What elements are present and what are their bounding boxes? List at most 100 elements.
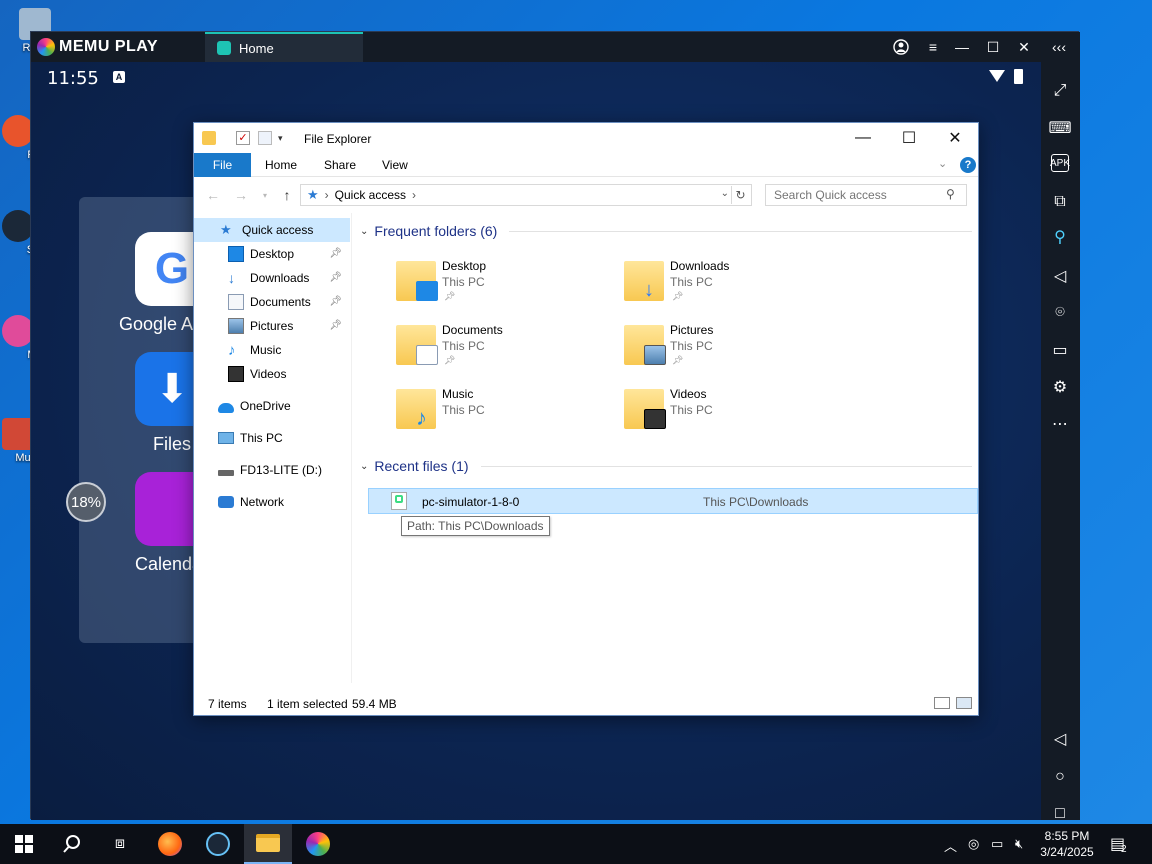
- account-icon[interactable]: [891, 37, 911, 57]
- back-arrow-icon[interactable]: ←: [204, 186, 222, 204]
- minimize-icon[interactable]: —: [952, 37, 972, 57]
- properties-icon[interactable]: ✓: [236, 131, 250, 145]
- customize-toolbar-icon[interactable]: ▾: [278, 131, 292, 145]
- tab-home[interactable]: Home: [205, 32, 363, 62]
- breadcrumb-quick-access[interactable]: Quick access: [335, 188, 406, 202]
- tab-home[interactable]: Home: [253, 153, 309, 177]
- sidebar-item-label: Videos: [250, 367, 287, 381]
- sidebar-item-pictures[interactable]: Pictures 📌︎: [194, 314, 350, 338]
- apk-icon[interactable]: APK: [1050, 154, 1070, 172]
- menu-icon[interactable]: ≡: [923, 37, 943, 57]
- memu-tray-icon[interactable]: ◎: [968, 836, 979, 852]
- volume-icon[interactable]: ◁: [1049, 265, 1071, 287]
- group-divider: [480, 465, 972, 467]
- address-bar[interactable]: ★ › Quick access › ⌄ ↻: [300, 184, 752, 206]
- maximize-button[interactable]: ☐: [886, 123, 932, 153]
- explorer-titlebar[interactable]: ✓ ▾ File Explorer — ☐ ✕: [194, 123, 978, 153]
- pin-icon: 📌︎: [672, 291, 684, 301]
- volume-muted-icon[interactable]: 🔇︎: [1015, 836, 1023, 852]
- frequent-folder-desktop[interactable]: Desktop This PC 📌︎: [396, 257, 616, 317]
- sidebar-item-this-pc[interactable]: This PC: [194, 426, 350, 450]
- memu-titlebar[interactable]: MEMU PLAY Home ≡ — ☐ ✕ ‹‹‹: [31, 32, 1080, 62]
- sidebar-item-desktop[interactable]: Desktop 📌︎: [194, 242, 350, 266]
- videos-folder-icon: [624, 389, 666, 429]
- large-icons-view-icon[interactable]: [956, 697, 972, 709]
- address-dropdown-icon[interactable]: ⌄: [721, 188, 729, 199]
- expand-ribbon-icon[interactable]: ⌄: [938, 157, 947, 170]
- pictures-folder-icon: [624, 325, 666, 365]
- settings-icon[interactable]: ⚙: [1049, 376, 1071, 398]
- tab-share[interactable]: Share: [312, 153, 368, 177]
- sidebar-item-quick-access[interactable]: ★ Quick access: [194, 218, 350, 242]
- add-window-icon[interactable]: ⧉: [1049, 191, 1071, 213]
- sidebar-item-label: FD13-LITE (D:): [240, 463, 323, 477]
- frequent-folder-music[interactable]: ♪ Music This PC: [396, 385, 616, 445]
- firefox-taskbar-icon[interactable]: [146, 824, 194, 864]
- collapse-sidebar-icon[interactable]: ‹‹‹: [1049, 37, 1069, 57]
- task-view-button[interactable]: ⧈: [96, 824, 144, 864]
- sidebar-item-network[interactable]: Network: [194, 490, 350, 514]
- location-search-icon[interactable]: ⚲: [1049, 226, 1071, 248]
- new-folder-icon[interactable]: [258, 131, 272, 145]
- file-explorer-taskbar-icon[interactable]: [244, 824, 292, 864]
- memory-percent: 18%: [70, 493, 102, 511]
- tab-home-label: Home: [239, 40, 274, 56]
- sidebar-item-drive-d[interactable]: FD13-LITE (D:): [194, 458, 350, 482]
- frequent-folder-pictures[interactable]: Pictures This PC 📌︎: [624, 321, 844, 381]
- sidebar-item-documents[interactable]: Documents 📌︎: [194, 290, 350, 314]
- clock[interactable]: 8:55 PM 3/24/2025: [1038, 828, 1096, 860]
- pin-icon: 📌︎: [444, 291, 456, 301]
- home-icon[interactable]: ○: [1049, 766, 1071, 788]
- frequent-folders-header[interactable]: ⌄ Frequent folders (6): [360, 221, 972, 241]
- frequent-folder-videos[interactable]: Videos This PC: [624, 385, 844, 445]
- fullscreen-icon[interactable]: ⤢: [1049, 80, 1071, 102]
- pin-icon: 📌︎: [329, 296, 342, 307]
- pictures-icon: [228, 318, 244, 334]
- drive-icon: [218, 470, 234, 476]
- pc-icon: [218, 432, 234, 444]
- clock-time: 8:55 PM: [1044, 829, 1090, 843]
- notification-count: 2: [1121, 844, 1127, 855]
- recent-files-header[interactable]: ⌄ Recent files (1): [360, 456, 972, 476]
- tab-view[interactable]: View: [370, 153, 420, 177]
- recent-file-row[interactable]: pc-simulator-1-8-0 This PC\Downloads: [368, 488, 978, 514]
- up-arrow-icon[interactable]: ↑: [278, 186, 296, 204]
- sidebar-item-onedrive[interactable]: OneDrive: [194, 394, 350, 418]
- desktop-icon: [228, 246, 244, 262]
- download-icon: ↓: [228, 270, 235, 286]
- location-icon[interactable]: ⌾: [1049, 302, 1071, 324]
- sidebar-item-music[interactable]: ♪ Music: [194, 338, 350, 362]
- close-icon[interactable]: ✕: [1014, 37, 1034, 57]
- more-icon[interactable]: ⋯: [1049, 413, 1071, 435]
- memory-usage-indicator[interactable]: 18%: [66, 482, 106, 522]
- details-view-icon[interactable]: [934, 697, 950, 709]
- search-button[interactable]: [48, 824, 96, 864]
- refresh-icon[interactable]: ↻: [731, 186, 749, 204]
- folder-location: This PC: [670, 339, 713, 353]
- documents-folder-icon: [396, 325, 438, 365]
- recent-locations-icon[interactable]: ▾: [256, 186, 274, 204]
- folder-icon[interactable]: ▭: [1049, 339, 1071, 361]
- network-tray-icon[interactable]: ▭: [991, 836, 1003, 852]
- tab-file[interactable]: File: [194, 153, 251, 177]
- keyboard-icon[interactable]: ⌨: [1048, 117, 1071, 139]
- steam-taskbar-icon[interactable]: [194, 824, 242, 864]
- start-button[interactable]: [0, 824, 48, 864]
- search-input[interactable]: [765, 184, 967, 206]
- pin-icon: 📌︎: [329, 320, 342, 331]
- back-icon[interactable]: ◁: [1049, 728, 1071, 750]
- sidebar-item-videos[interactable]: Videos: [194, 362, 350, 386]
- close-button[interactable]: ✕: [932, 123, 978, 153]
- frequent-folder-downloads[interactable]: ↓ Downloads This PC 📌︎: [624, 257, 844, 317]
- forward-arrow-icon[interactable]: →: [232, 186, 250, 204]
- help-icon[interactable]: ?: [960, 157, 976, 173]
- breadcrumb-separator-icon: ›: [412, 188, 417, 202]
- recents-icon[interactable]: □: [1049, 803, 1071, 825]
- show-hidden-icons[interactable]: ︿: [944, 836, 957, 855]
- sidebar-item-downloads[interactable]: ↓ Downloads 📌︎: [194, 266, 350, 290]
- minimize-button[interactable]: —: [840, 123, 886, 153]
- frequent-folder-documents[interactable]: Documents This PC 📌︎: [396, 321, 616, 381]
- maximize-icon[interactable]: ☐: [983, 37, 1003, 57]
- downloads-folder-icon: ↓: [624, 261, 664, 301]
- memu-taskbar-icon[interactable]: [294, 824, 342, 864]
